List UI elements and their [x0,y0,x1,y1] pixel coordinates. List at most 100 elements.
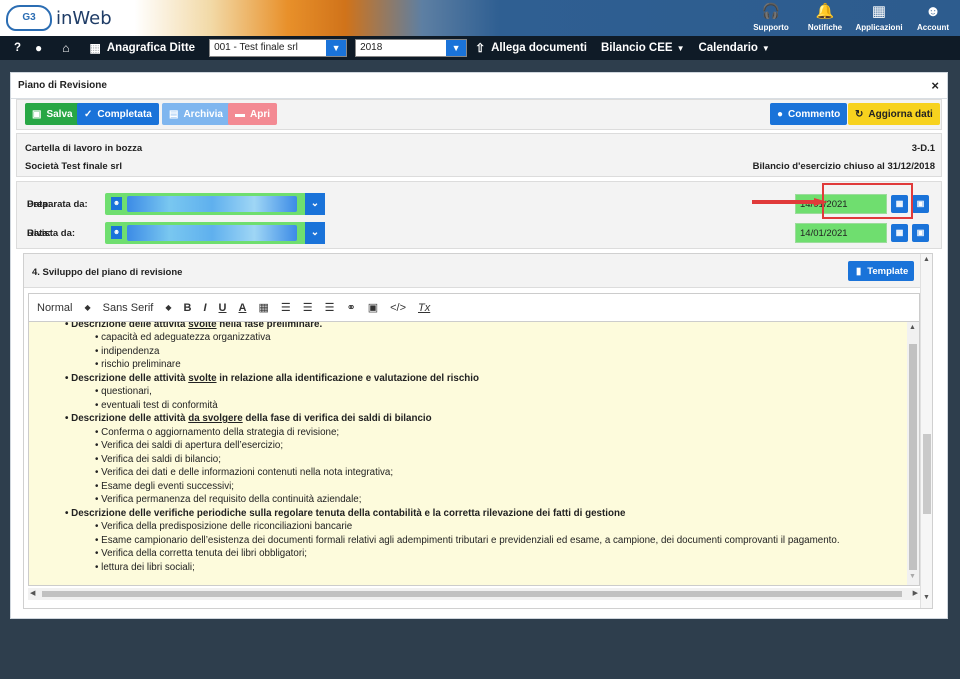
calendar-icon[interactable]: ▣ [912,195,929,213]
list-item: • Verifica dei dati e delle informazioni… [95,467,394,478]
editor-scrollbar[interactable]: ▲ ▼ [907,322,919,585]
annotation-arrow [752,198,828,206]
editor-content[interactable]: • Descrizione delle attività svolte nell… [29,322,909,585]
horizontal-scrollbar[interactable]: ◀ ▶ [28,588,920,600]
chevron-down-icon: ▼ [676,43,685,53]
year-select[interactable]: 2018 ▼ [355,39,468,57]
editor-toolbar: Normal ◆ Sans Serif ◆ B I U A ▦ ☰ ☰ ☰ ⚭ … [29,294,919,322]
text-color-button[interactable]: A [238,302,246,314]
calendar-icon[interactable]: ▣ [912,224,929,242]
font-select[interactable]: Sans Serif [103,302,154,314]
list-item: • questionari, [95,386,152,397]
revision-plan-panel: Piano di Revisione × ▣ Salva ✓ Completata … [10,72,948,619]
section-title: 4. Sviluppo del piano di revisione [32,267,183,278]
cloud-logo-icon: G3 [6,5,52,31]
document-code: 3-D.1 [911,143,935,154]
clear-format-button[interactable]: Tx [418,302,430,314]
scroll-down-icon: ▼ [909,573,916,580]
signatures-box: Preparata da: ☻ ⌄ Data: 14/01/2021 ▦ ▣ R… [16,181,942,249]
folder-icon: ▬ [235,108,245,120]
chevron-down-icon: ▼ [326,40,347,56]
scroll-right-icon: ▶ [912,590,918,597]
format-select[interactable]: Normal [37,302,72,314]
scroll-down-icon: ▼ [923,594,930,601]
chevron-down-icon: ▼ [761,43,770,53]
chevron-down-icon: ⌄ [305,222,325,244]
select-arrows-icon: ◆ [84,303,91,312]
chevron-down-icon: ⌄ [305,193,325,215]
archive-icon: ▤ [169,108,179,120]
open-button[interactable]: ▬ Apri [228,103,277,125]
list-item: • lettura dei libri sociali; [95,562,195,573]
building-icon: ▦ [89,41,101,55]
list-item: • Verifica dei saldi di bilancio; [95,454,221,465]
italic-button[interactable]: I [203,302,206,314]
section-scrollbar[interactable]: ▲ ▼ [920,254,932,608]
document-icon: ▮ [856,265,862,277]
chevron-down-icon: ▼ [446,40,467,56]
refresh-icon: ↻ [855,108,864,120]
upload-documents-button[interactable]: ⇧ Allega documenti [475,41,587,55]
highlight-icon[interactable]: ▦ [258,301,268,314]
video-button[interactable]: ● [35,41,48,55]
underline-button[interactable]: U [219,302,227,314]
archive-button[interactable]: ▤ Archivia [162,103,230,125]
scroll-left-icon: ◀ [30,590,36,597]
list-item: • Verifica della predisposizione delle r… [95,521,353,532]
app-logo[interactable]: G3 inWeb [6,4,112,32]
company-select[interactable]: 001 - Test finale srl ▼ [209,39,348,57]
image-icon[interactable]: ▣ [368,301,378,314]
status-text: Cartella di lavoro in bozza [25,143,143,154]
applications-button[interactable]: ▦ Applicazioni [852,0,906,36]
list-item: • Verifica permanenza del requisito dell… [95,494,362,505]
align-icon[interactable]: ☰ [325,301,335,314]
close-icon[interactable]: × [931,78,939,93]
panel-header: Piano di Revisione × [11,73,947,99]
reviewed-by-select[interactable]: ☻ ⌄ [105,222,325,244]
calendario-menu[interactable]: Calendario ▼ [698,42,769,54]
list-item: • Esame campionario dell’esistenza dei d… [95,535,840,546]
bullet-list-icon[interactable]: ☰ [303,301,313,314]
home-button[interactable]: ⌂ [62,41,75,55]
complete-button[interactable]: ✓ Completata [77,103,159,125]
list-item: • Descrizione delle verifiche periodiche… [65,508,626,519]
reviewed-date-label: Data: [27,228,51,239]
anagrafica-menu[interactable]: ▦ Anagrafica Ditte [90,41,196,55]
grid-icon: ▦ [871,3,887,20]
scrollbar-thumb[interactable] [42,591,902,597]
bold-button[interactable]: B [184,302,192,314]
video-camera-icon: ● [35,41,43,55]
scroll-up-icon: ▲ [923,256,930,263]
refresh-data-button[interactable]: ↻ Aggiorna dati [848,103,940,125]
template-button[interactable]: ▮ Template [848,261,914,281]
bilancio-menu[interactable]: Bilancio CEE ▼ [601,42,685,54]
help-button[interactable]: ? [14,42,21,54]
select-arrows-icon: ◆ [165,303,172,312]
save-button[interactable]: ▣ Salva [25,103,80,125]
scrollbar-thumb[interactable] [923,434,931,514]
account-button[interactable]: ☻ Account [906,0,960,36]
user-icon: ☻ [111,226,122,239]
reviewed-date-field[interactable]: 14/01/2021 [795,223,887,243]
code-icon[interactable]: </> [390,302,406,314]
scrollbar-thumb[interactable] [909,344,917,570]
ordered-list-icon[interactable]: ☰ [281,301,291,314]
home-icon: ⌂ [62,41,70,55]
list-item: • Verifica dei saldi di apertura dell’es… [95,440,284,451]
notifications-button[interactable]: 🔔 Notifiche [798,0,852,36]
annotation-highlight-box [822,183,913,219]
calendar-list-icon[interactable]: ▦ [891,224,908,242]
section-header: 4. Sviluppo del piano di revisione ▮ Tem… [24,254,921,288]
list-item: • Esame degli eventi successivi; [95,481,235,492]
company-name: Società Test finale srl [25,161,122,172]
upload-icon: ⇧ [475,41,486,55]
link-icon[interactable]: ⚭ [346,301,355,314]
top-bar: G3 inWeb 🎧 Supporto 🔔 Notifiche ▦ Applic… [0,0,960,36]
prepared-by-select[interactable]: ☻ ⌄ [105,193,325,215]
user-icon: ☻ [925,3,941,20]
action-toolbar: ▣ Salva ✓ Completata ▤ Archivia ▬ Apri ● Comm… [16,99,942,130]
comment-button[interactable]: ● Commento [770,103,848,125]
list-item: • rischio preliminare [95,359,181,370]
scroll-up-icon: ▲ [909,324,916,331]
support-button[interactable]: 🎧 Supporto [744,0,798,36]
